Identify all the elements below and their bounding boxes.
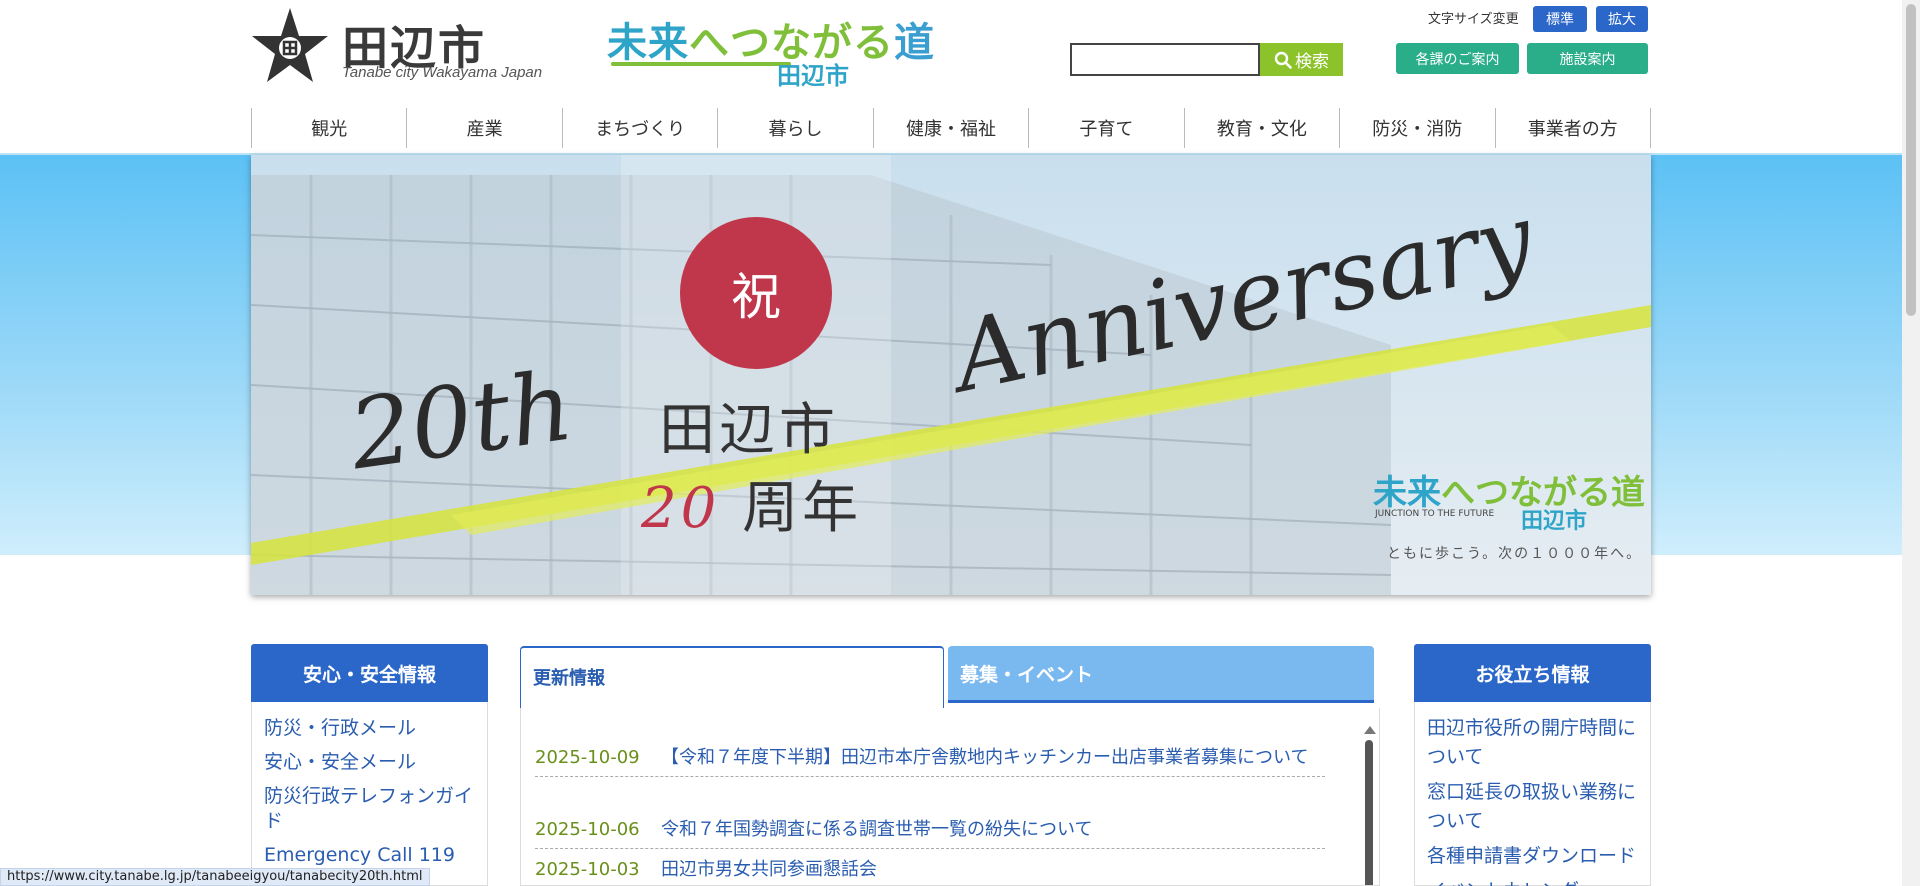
news-item[interactable]: 2025-10-03 田辺市男女共同参画懇話会 [535, 856, 1325, 885]
safety-link-safety-mail[interactable]: 安心・安全メール [264, 750, 477, 775]
safety-link-disaster-mail[interactable]: 防災・行政メール [264, 716, 477, 741]
hero-city-name: 田辺市 [659, 398, 839, 463]
slogan-part1: 未来 [607, 20, 689, 66]
page-scrollbar[interactable] [1902, 0, 1920, 886]
news-date: 2025-10-09 [535, 747, 640, 768]
nav-item-disaster-fire[interactable]: 防災・消防 [1340, 108, 1496, 148]
hero-congrats-badge: 祝 [680, 217, 832, 369]
hero-logo-subtitle: JUNCTION TO THE FUTURE [1375, 509, 1495, 519]
font-size-label: 文字サイズ変更 [1428, 12, 1519, 27]
department-guide-button[interactable]: 各課のご案内 [1396, 43, 1519, 74]
status-bar-url: https://www.city.tanabe.lg.jp/tanabeeigy… [0, 868, 430, 886]
search-icon [1274, 51, 1292, 69]
useful-link-extended-hours[interactable]: 窓口延長の取扱い業務について [1427, 778, 1640, 836]
global-nav: 観光 産業 まちづくり 暮らし 健康・福祉 子育て 教育・文化 防災・消防 事業… [251, 108, 1651, 148]
search-input[interactable] [1070, 43, 1260, 76]
news-item[interactable]: 2025-10-06 令和７年国勢調査に係る調査世帯一覧の紛失について [535, 816, 1325, 849]
font-size-standard-button[interactable]: 標準 [1533, 6, 1587, 32]
hero-tagline: ともに歩こう。次の１０００年へ。 [1387, 546, 1643, 562]
hero-banner[interactable]: 祝 20th Anniversary 田辺市 20 周年 未来へつながる道 JU… [251, 155, 1651, 595]
safety-link-emergency-call[interactable]: Emergency Call 119 [264, 843, 477, 868]
nav-item-business[interactable]: 事業者の方 [1496, 108, 1651, 148]
site-logo[interactable]: 田辺市 Tanabe city Wakayama Japan [250, 6, 570, 86]
useful-link-event-calendar[interactable]: イベントカレンダー [1427, 877, 1640, 886]
search-button[interactable]: 検索 [1260, 43, 1343, 76]
useful-link-form-download[interactable]: 各種申請書ダウンロード [1427, 842, 1640, 871]
slogan-city: 田辺市 [777, 62, 849, 90]
hero-slogan-logo: 未来へつながる道 JUNCTION TO THE FUTURE 田辺市 [1373, 465, 1645, 534]
safety-info-title: 安心・安全情報 [251, 644, 488, 702]
news-title[interactable]: 令和７年国勢調査に係る調査世帯一覧の紛失について [661, 816, 1092, 844]
facility-guide-button[interactable]: 施設案内 [1527, 43, 1648, 74]
hero-year-number: 20 [641, 476, 721, 541]
nav-item-industry[interactable]: 産業 [407, 108, 563, 148]
hero-logo-text: 未来へつながる道 [1373, 465, 1645, 514]
site-header: 田辺市 Tanabe city Wakayama Japan 未来へつながる道 … [250, 0, 1652, 100]
hero-years-text: 20 周年 [641, 463, 862, 544]
useful-link-office-hours[interactable]: 田辺市役所の開庁時間について [1427, 714, 1640, 772]
nav-item-education-culture[interactable]: 教育・文化 [1185, 108, 1341, 148]
slogan-part3: 道 [894, 20, 935, 66]
nav-item-health-welfare[interactable]: 健康・福祉 [874, 108, 1030, 148]
logo-subtitle: Tanabe city Wakayama Japan [342, 64, 543, 81]
safety-link-telephone-guide[interactable]: 防災行政テレフォンガイド [264, 784, 477, 834]
nav-item-tourism[interactable]: 観光 [252, 108, 408, 148]
scroll-up-icon[interactable] [1364, 726, 1376, 734]
news-date: 2025-10-06 [535, 819, 640, 840]
tab-updates[interactable]: 更新情報 [520, 646, 944, 708]
page-scroll-thumb[interactable] [1906, 4, 1916, 316]
news-title[interactable]: 田辺市男女共同参画懇話会 [661, 856, 877, 884]
slogan-logo[interactable]: 未来へつながる道 田辺市 [607, 10, 934, 90]
search-button-label: 検索 [1295, 52, 1329, 72]
useful-info-title: お役立ち情報 [1414, 644, 1651, 702]
nav-item-town-planning[interactable]: まちづくり [563, 108, 719, 148]
news-title[interactable]: 【令和７年度下半期】田辺市本庁舎敷地内キッチンカー出店事業者募集について [661, 744, 1308, 772]
hero-year-label: 周年 [742, 476, 863, 541]
hero-logo-city: 田辺市 [1521, 509, 1588, 534]
news-date: 2025-10-03 [535, 859, 640, 880]
news-scroll-thumb[interactable] [1365, 740, 1373, 885]
font-size-large-button[interactable]: 拡大 [1596, 6, 1648, 32]
news-list: 2025-10-09 【令和７年度下半期】田辺市本庁舎敷地内キッチンカー出店事業… [520, 708, 1380, 886]
news-scrollbar[interactable] [1363, 726, 1376, 885]
nav-item-childcare[interactable]: 子育て [1029, 108, 1185, 148]
city-emblem-icon [252, 8, 328, 82]
safety-info-list: 防災・行政メール 安心・安全メール 防災行政テレフォンガイド Emergency… [251, 702, 488, 886]
useful-info-list: 田辺市役所の開庁時間について 窓口延長の取扱い業務について 各種申請書ダウンロー… [1414, 702, 1651, 886]
nav-item-living[interactable]: 暮らし [718, 108, 874, 148]
slogan-text: 未来へつながる道 [607, 10, 935, 68]
page: 田辺市 Tanabe city Wakayama Japan 未来へつながる道 … [0, 0, 1920, 886]
news-item[interactable]: 2025-10-09 【令和７年度下半期】田辺市本庁舎敷地内キッチンカー出店事業… [535, 744, 1325, 777]
hero-logo-part1: 未来 [1373, 473, 1441, 513]
tab-recruitment-events[interactable]: 募集・イベント [948, 646, 1374, 703]
slogan-underline [611, 62, 791, 66]
